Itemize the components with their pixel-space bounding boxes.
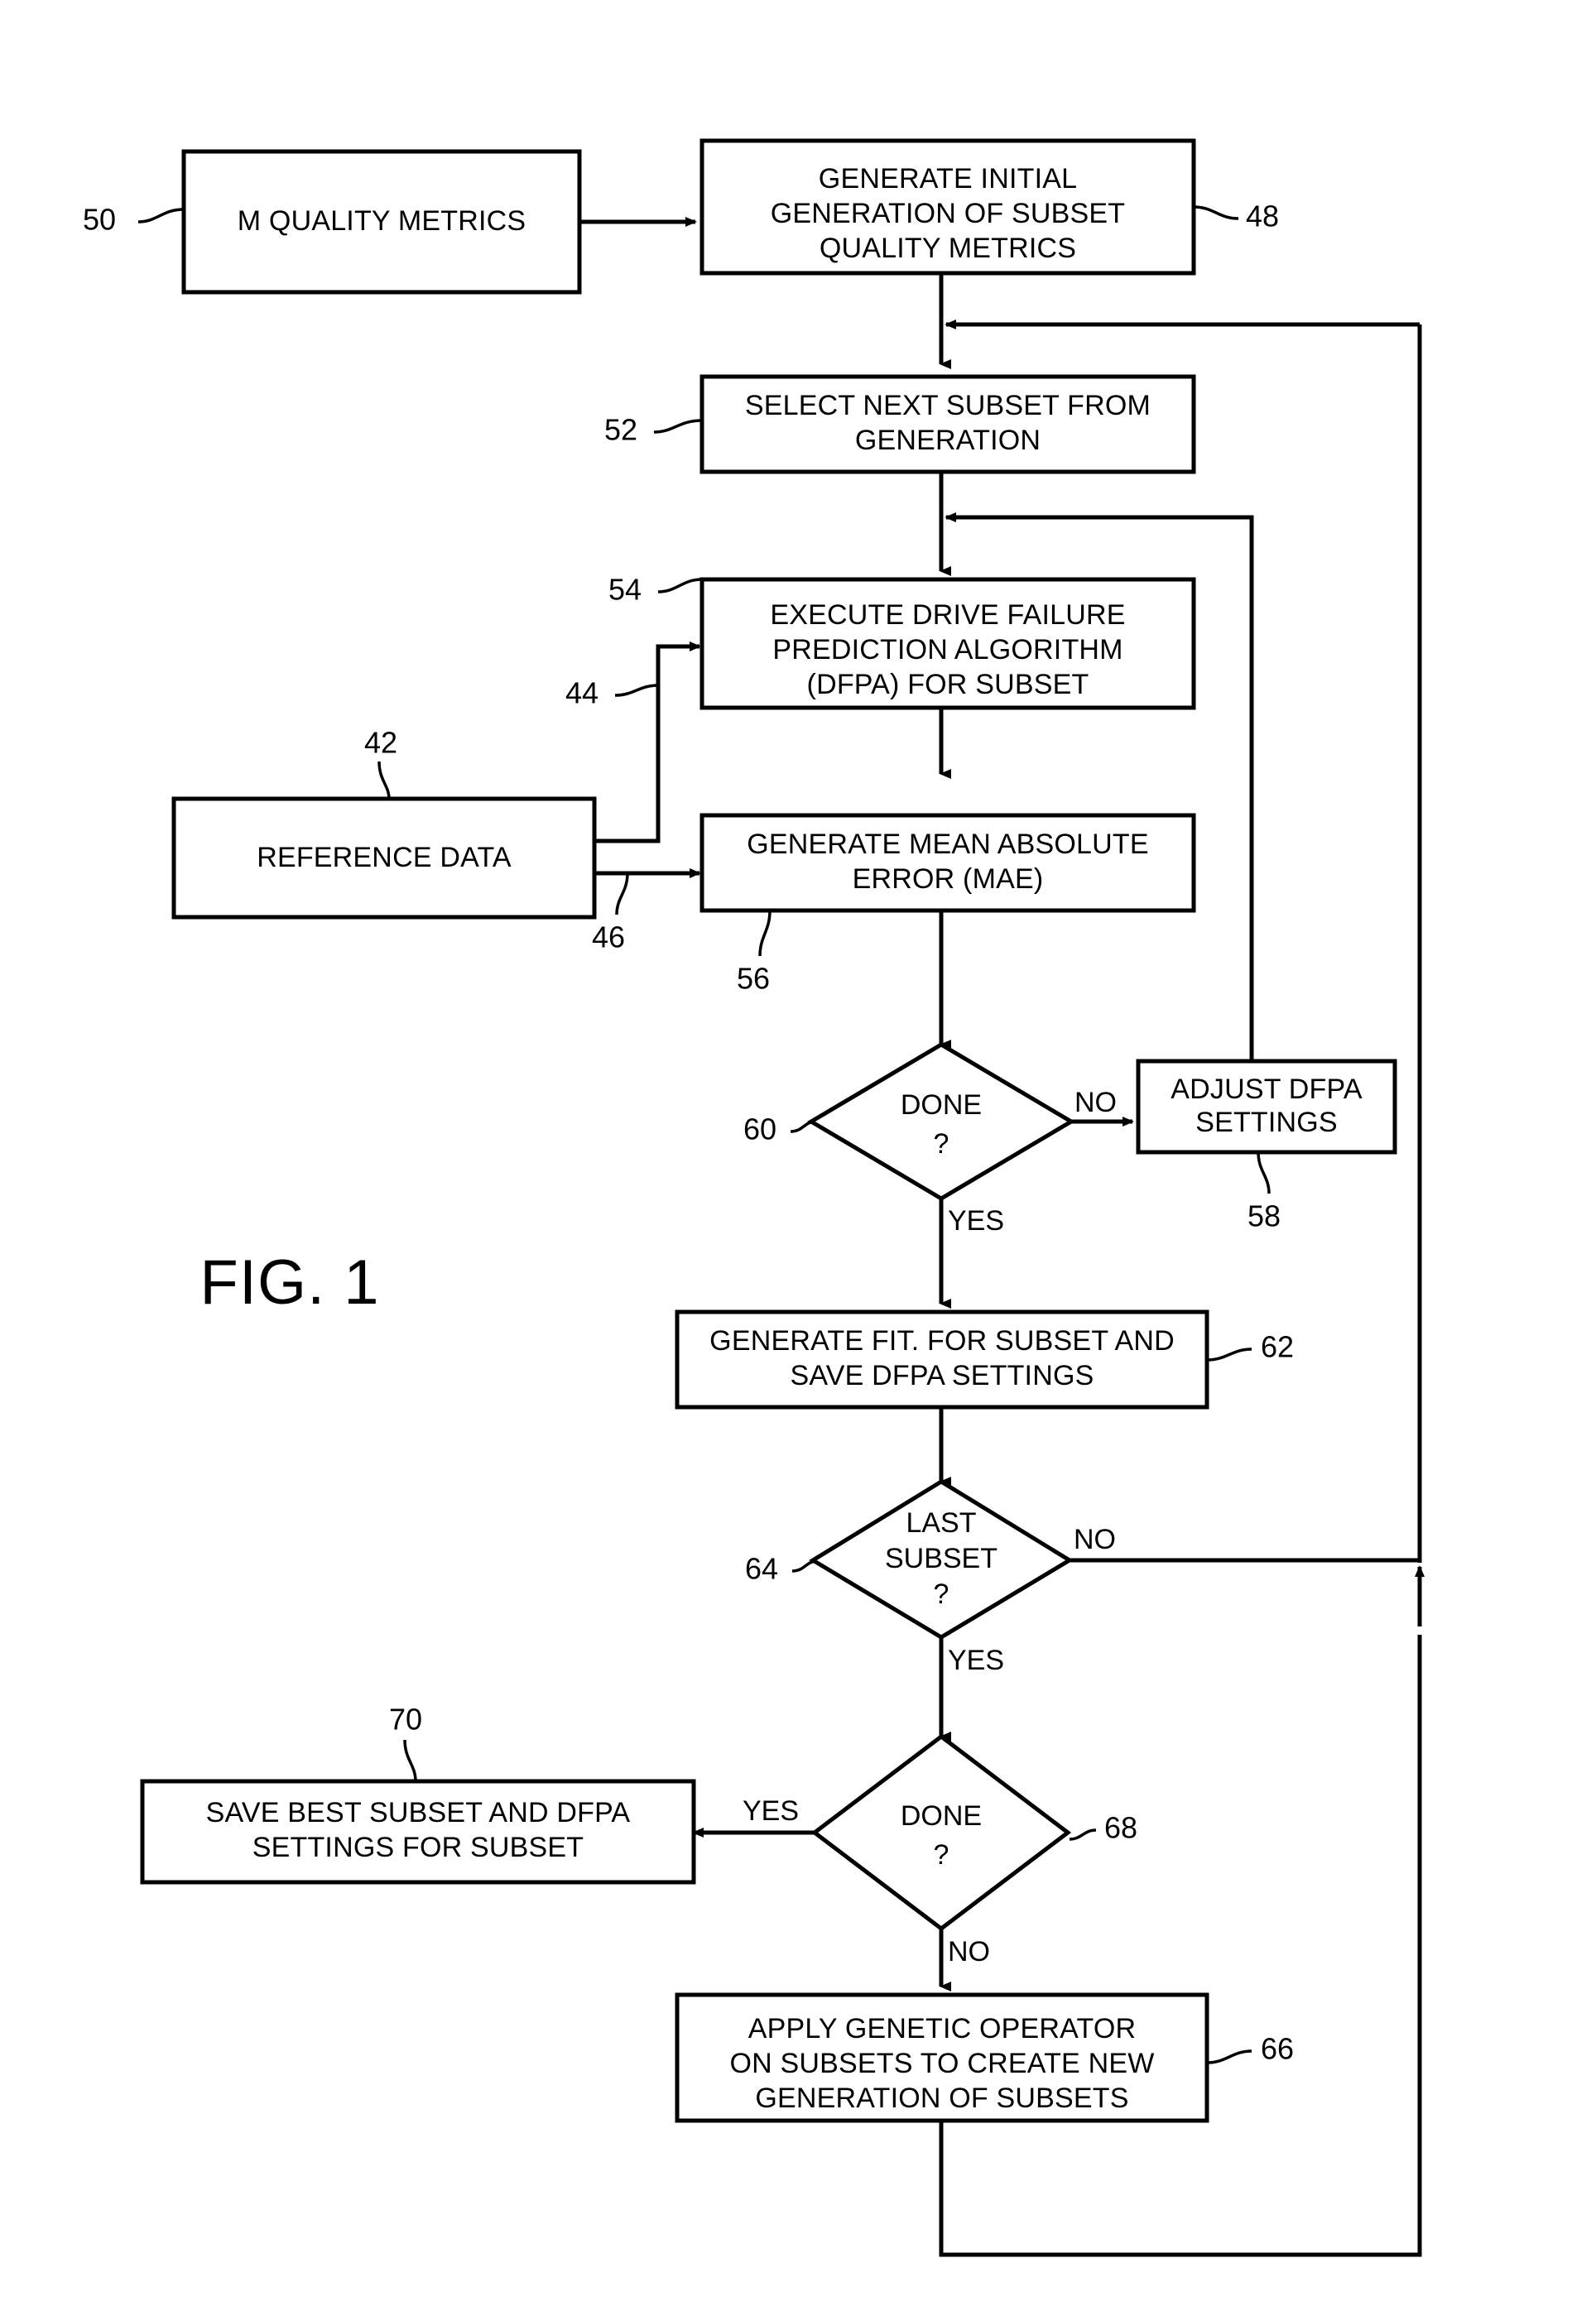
edge-label-done-mae-yes: YES <box>948 1205 1004 1237</box>
node-select-next-subset-line-1: GENERATION <box>855 425 1041 456</box>
ref-number-44: 44 <box>565 676 598 710</box>
node-m-quality-metrics-line-0: M QUALITY METRICS <box>238 205 526 237</box>
node-save-best-subset-line-0: SAVE BEST SUBSET AND DFPA <box>206 1797 631 1828</box>
leader-62 <box>1206 1348 1252 1362</box>
node-reference-data-line-0: REFERENCE DATA <box>257 842 512 873</box>
node-generate-initial-generation-line-0: GENERATE INITIAL <box>819 163 1077 195</box>
figure-root: M QUALITY METRICS 50 GENERATE INITIAL GE… <box>0 0 1596 2311</box>
leader-44 <box>614 684 659 697</box>
node-execute-dfpa-line-1: PREDICTION ALGORITHM <box>772 634 1122 665</box>
node-m-quality-metrics[interactable]: M QUALITY METRICS <box>181 149 582 295</box>
ref-number-50: 50 <box>83 203 116 237</box>
decision-done-generations-line-1: ? <box>934 1839 949 1871</box>
node-adjust-dfpa-settings-line-1: SETTINGS <box>1195 1107 1338 1138</box>
node-execute-dfpa-line-2: (DFPA) FOR SUBSET <box>807 669 1089 700</box>
leader-50 <box>137 208 185 223</box>
leader-46 <box>615 872 629 915</box>
node-generate-fit-line-1: SAVE DFPA SETTINGS <box>791 1360 1094 1391</box>
node-generate-mae-line-1: ERROR (MAE) <box>853 863 1044 895</box>
leader-58 <box>1257 1151 1271 1194</box>
ref-number-68: 68 <box>1104 1811 1137 1845</box>
figure-caption: FIG. 1 <box>200 1247 379 1318</box>
decision-done-mae-diamond <box>807 1042 1075 1201</box>
ref-number-60: 60 <box>743 1112 776 1146</box>
node-generate-initial-generation[interactable]: GENERATE INITIAL GENERATION OF SUBSET QU… <box>699 138 1196 276</box>
ref-number-54: 54 <box>608 573 642 607</box>
node-adjust-dfpa-settings-line-0: ADJUST DFPA <box>1171 1074 1363 1105</box>
leader-48 <box>1193 205 1239 220</box>
decision-done-mae-line-0: DONE <box>901 1089 982 1121</box>
edge-label-done-generations-no: NO <box>948 1936 990 1967</box>
node-select-next-subset-line-0: SELECT NEXT SUBSET FROM <box>745 390 1151 421</box>
edge-label-last-subset-yes: YES <box>948 1645 1004 1676</box>
ref-number-70: 70 <box>389 1703 422 1737</box>
node-save-best-subset-line-1: SETTINGS FOR SUBSET <box>252 1832 584 1863</box>
decision-last-subset-line-0: LAST <box>906 1507 976 1539</box>
edge-genetic-operator-bottom-loop <box>939 1635 1422 2257</box>
leader-52 <box>653 419 703 434</box>
node-select-next-subset[interactable]: SELECT NEXT SUBSET FROM GENERATION <box>699 374 1196 474</box>
node-apply-genetic-operator-line-0: APPLY GENETIC OPERATOR <box>748 2013 1137 2044</box>
node-apply-genetic-operator-line-2: GENERATION OF SUBSETS <box>755 2083 1128 2114</box>
decision-last-subset-line-2: ? <box>934 1578 949 1610</box>
ref-number-52: 52 <box>604 413 637 447</box>
ref-number-46: 46 <box>592 920 625 954</box>
ref-number-48: 48 <box>1246 199 1279 233</box>
leader-70 <box>403 1739 417 1782</box>
leader-68 <box>1069 1828 1097 1841</box>
node-generate-initial-generation-line-2: QUALITY METRICS <box>820 233 1076 264</box>
edge-label-last-subset-no: NO <box>1074 1524 1116 1555</box>
ref-number-42: 42 <box>364 726 397 760</box>
edge-reference-data-to-execute-dfpa <box>594 641 701 843</box>
node-generate-mae-line-0: GENERATE MEAN ABSOLUTE <box>747 829 1149 860</box>
ref-number-64: 64 <box>745 1552 778 1586</box>
leader-54 <box>657 578 703 593</box>
ref-number-58: 58 <box>1247 1199 1281 1233</box>
node-generate-mae[interactable]: GENERATE MEAN ABSOLUTE ERROR (MAE) <box>699 813 1196 913</box>
ref-number-56: 56 <box>737 962 770 996</box>
leader-56 <box>758 910 772 957</box>
edge-label-done-mae-no: NO <box>1074 1087 1117 1118</box>
edge-label-done-generations-yes: YES <box>743 1795 799 1827</box>
leader-64 <box>791 1559 818 1573</box>
decision-done-mae[interactable]: DONE ? <box>807 1042 1075 1201</box>
decision-done-mae-line-1: ? <box>934 1128 949 1160</box>
decision-last-subset[interactable]: LAST SUBSET ? <box>809 1479 1074 1640</box>
node-generate-initial-generation-line-1: GENERATION OF SUBSET <box>771 198 1125 229</box>
node-save-best-subset[interactable]: SAVE BEST SUBSET AND DFPA SETTINGS FOR S… <box>140 1779 696 1885</box>
leader-42 <box>377 761 391 800</box>
decision-done-generations[interactable]: DONE ? <box>810 1733 1072 1932</box>
node-generate-fit[interactable]: GENERATE FIT. FOR SUBSET AND SAVE DFPA S… <box>675 1309 1209 1410</box>
node-generate-fit-line-0: GENERATE FIT. FOR SUBSET AND <box>709 1325 1175 1357</box>
node-execute-dfpa-line-0: EXECUTE DRIVE FAILURE <box>770 599 1125 631</box>
node-adjust-dfpa-settings[interactable]: ADJUST DFPA SETTINGS <box>1136 1059 1397 1155</box>
node-apply-genetic-operator-line-1: ON SUBSETS TO CREATE NEW <box>730 2048 1155 2079</box>
leader-60 <box>790 1120 816 1133</box>
leader-66 <box>1206 2049 1252 2064</box>
node-reference-data[interactable]: REFERENCE DATA <box>171 796 597 920</box>
decision-done-generations-diamond <box>810 1733 1072 1932</box>
decision-done-generations-line-0: DONE <box>901 1800 982 1832</box>
ref-number-62: 62 <box>1261 1330 1294 1364</box>
ref-number-66: 66 <box>1261 2032 1294 2066</box>
decision-last-subset-line-1: SUBSET <box>885 1543 997 1574</box>
flowchart-svg: M QUALITY METRICS 50 GENERATE INITIAL GE… <box>83 138 1425 2257</box>
node-execute-dfpa[interactable]: EXECUTE DRIVE FAILURE PREDICTION ALGORIT… <box>699 577 1196 710</box>
node-apply-genetic-operator[interactable]: APPLY GENETIC OPERATOR ON SUBSETS TO CRE… <box>675 1992 1209 2123</box>
